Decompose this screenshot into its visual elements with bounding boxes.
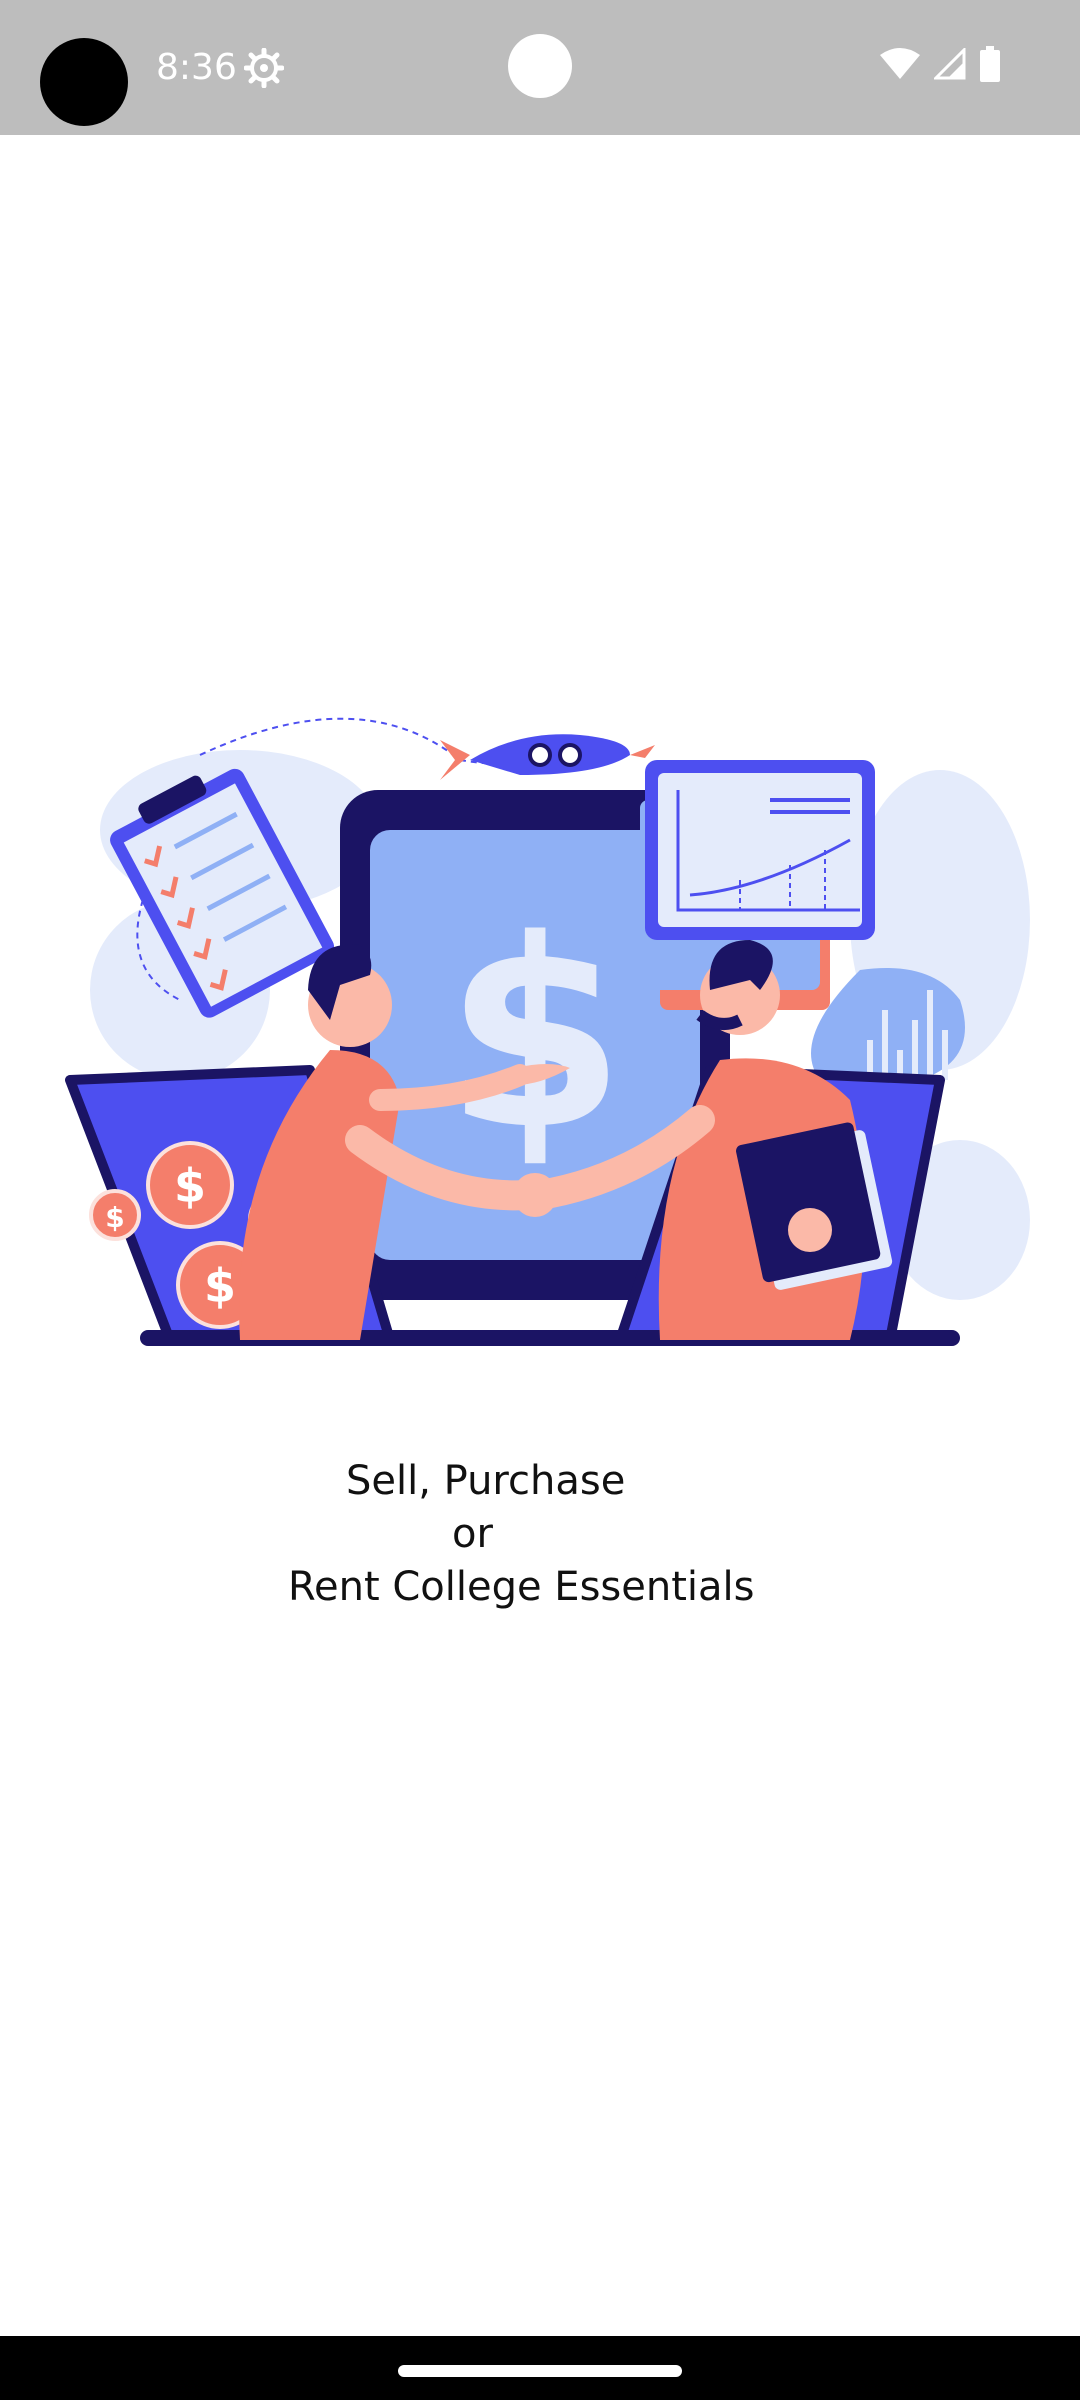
- settings-icon: [244, 48, 284, 88]
- svg-text:$: $: [204, 1259, 236, 1313]
- svg-text:$: $: [445, 885, 626, 1187]
- home-indicator[interactable]: [398, 2365, 682, 2377]
- svg-text:$: $: [174, 1159, 206, 1213]
- tagline-line-3: Rent College Essentials: [288, 1564, 755, 1610]
- front-camera-cutout: [508, 34, 572, 98]
- status-bar: 8:36: [0, 0, 1080, 135]
- status-time: 8:36: [156, 47, 237, 88]
- tagline-line-1: Sell, Purchase: [346, 1458, 626, 1504]
- signal-icon: [934, 48, 966, 80]
- camera-dot: [40, 38, 128, 126]
- tagline-line-2: or: [452, 1511, 493, 1557]
- wifi-icon: [880, 48, 920, 79]
- battery-icon: [980, 46, 1000, 82]
- handshake-over-laptop-illustration: $ $ $ $ $: [65, 717, 1030, 1346]
- svg-text:$: $: [105, 1201, 124, 1234]
